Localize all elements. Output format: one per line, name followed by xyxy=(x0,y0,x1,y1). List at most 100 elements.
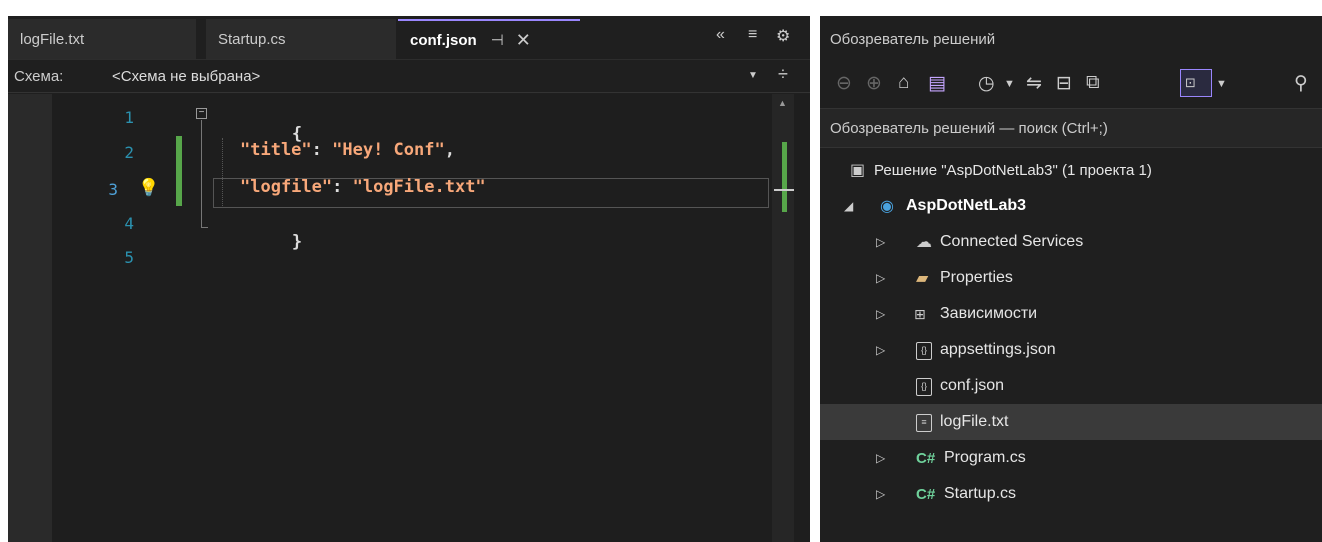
line-number: 2 xyxy=(124,143,134,162)
schema-label: Схема: xyxy=(14,68,64,85)
code-line-4: } xyxy=(210,212,302,272)
schema-select[interactable]: <Схема не выбрана> xyxy=(106,64,760,90)
tab-label: conf.json xyxy=(410,31,477,49)
explorer-title: Обозреватель решений xyxy=(830,31,996,48)
chevron-down-icon[interactable]: ▼ xyxy=(748,70,758,81)
close-tab-icon[interactable]: ✕ xyxy=(516,30,531,51)
tree-item-startup-cs[interactable]: ▷ C# Startup.cs xyxy=(820,476,1322,512)
back-icon[interactable]: ⊖ xyxy=(836,72,852,95)
json-value: "Hey! Conf" xyxy=(332,140,445,160)
collapse-all-icon[interactable]: ⊟ xyxy=(1056,72,1072,95)
json-comma: , xyxy=(444,140,455,160)
solution-icon: ▣ xyxy=(850,162,866,179)
track-active-item-icon[interactable]: ⊡ xyxy=(1180,69,1212,97)
tree-item-project[interactable]: ◢ ◉ AspDotNetLab3 xyxy=(820,188,1322,224)
json-key: "title" xyxy=(240,140,312,160)
show-all-files-icon[interactable]: ⧉ xyxy=(1086,72,1100,94)
cloud-service-icon: ☁ xyxy=(916,234,932,251)
vertical-scrollbar[interactable]: ▲ xyxy=(772,94,794,542)
fold-guide xyxy=(201,120,202,228)
document-tab-bar: logFile.txt Startup.cs conf.json ⊣ ✕ « ≡… xyxy=(8,16,810,60)
schema-bar: Схема: <Схема не выбрана> ▼ ÷ xyxy=(8,61,810,93)
tab-conf-json[interactable]: conf.json ⊣ ✕ xyxy=(398,19,580,59)
code-line-2: "title": "Hey! Conf", xyxy=(240,140,455,160)
line-number: 4 xyxy=(124,214,134,233)
code-editor-pane: logFile.txt Startup.cs conf.json ⊣ ✕ « ≡… xyxy=(8,16,810,542)
sync-arrows-icon[interactable]: ⇋ xyxy=(1026,72,1042,95)
tree-item-solution[interactable]: ▣ Решение "AspDotNetLab3" (1 проекта 1) xyxy=(820,152,1322,188)
solution-explorer-pane: Обозреватель решений ⊖ ⊕ ⌂ ▤ ◷ ▼ ⇋ ⊟ ⧉ ⊡… xyxy=(820,16,1322,542)
json-key: "logfile" xyxy=(240,177,333,197)
solution-label: Решение "AspDotNetLab3" (1 проекта 1) xyxy=(874,161,1152,179)
tree-item-label: Program.cs xyxy=(944,449,1026,466)
tree-item-appsettings[interactable]: ▷ {} appsettings.json xyxy=(820,332,1322,368)
fold-guide-end xyxy=(201,227,208,228)
tab-startup-cs[interactable]: Startup.cs xyxy=(206,19,396,59)
forward-icon[interactable]: ⊕ xyxy=(866,72,882,95)
collapsed-triangle-icon[interactable]: ▷ xyxy=(876,451,885,465)
lightbulb-icon[interactable]: 💡 xyxy=(138,178,159,198)
tree-item-program-cs[interactable]: ▷ C# Program.cs xyxy=(820,440,1322,476)
dependencies-icon: ⊞ xyxy=(914,305,926,322)
tab-dropdown-icon[interactable]: ≡ xyxy=(748,26,757,44)
search-placeholder: Обозреватель решений — поиск (Ctrl+;) xyxy=(830,120,1108,137)
tree-item-label: Connected Services xyxy=(940,233,1084,250)
collapsed-triangle-icon[interactable]: ▷ xyxy=(876,235,885,249)
line-number: 3 xyxy=(108,180,118,199)
tree-item-label: Properties xyxy=(940,269,1013,286)
gear-icon[interactable]: ⚙ xyxy=(776,26,790,46)
collapsed-triangle-icon[interactable]: ▷ xyxy=(876,487,885,501)
chevron-down-icon[interactable]: ▼ xyxy=(1004,78,1015,90)
home-icon[interactable]: ⌂ xyxy=(898,72,909,94)
wrench-folder-icon: ▰ xyxy=(916,270,929,287)
collapsed-triangle-icon[interactable]: ▷ xyxy=(876,343,885,357)
expanded-triangle-icon[interactable]: ◢ xyxy=(844,199,853,213)
explorer-title-bar: Обозреватель решений xyxy=(820,16,1322,62)
wrench-icon[interactable]: ⚲ xyxy=(1294,72,1308,95)
tree-item-label: appsettings.json xyxy=(940,341,1056,358)
switch-views-icon[interactable]: ▤ xyxy=(928,72,946,95)
tree-item-dependencies[interactable]: ▷ ⊞ Зависимости xyxy=(820,296,1322,332)
line-number: 5 xyxy=(124,248,134,267)
code-line-3: "logfile": "logFile.txt" xyxy=(240,177,486,197)
schema-value: <Схема не выбрана> xyxy=(112,68,261,85)
explorer-toolbar: ⊖ ⊕ ⌂ ▤ ◷ ▼ ⇋ ⊟ ⧉ ⊡ ▼ ⚲ xyxy=(820,62,1322,108)
json-file-icon: {} xyxy=(916,340,932,360)
scrollbar-change-marker xyxy=(782,142,787,212)
tree-item-connected-services[interactable]: ▷ ☁ Connected Services xyxy=(820,224,1322,260)
json-separator: : xyxy=(311,140,333,160)
pin-tab-icon[interactable]: ⊣ xyxy=(491,31,504,49)
tree-item-label: logFile.txt xyxy=(940,413,1009,430)
line-number: 1 xyxy=(124,108,134,127)
text-file-icon: ≡ xyxy=(916,412,932,432)
scroll-tabs-left-icon[interactable]: « xyxy=(716,26,725,44)
indicator-margin xyxy=(8,94,52,542)
ide-window: logFile.txt Startup.cs conf.json ⊣ ✕ « ≡… xyxy=(0,0,1322,542)
scroll-up-icon[interactable]: ▲ xyxy=(778,98,787,108)
tree-item-label: Зависимости xyxy=(940,305,1038,322)
json-value: "logFile.txt" xyxy=(352,177,486,197)
json-file-icon: {} xyxy=(916,376,932,396)
collapsed-triangle-icon[interactable]: ▷ xyxy=(876,307,885,321)
tree-item-properties[interactable]: ▷ ▰ Properties xyxy=(820,260,1322,296)
pending-changes-icon[interactable]: ◷ xyxy=(978,72,995,95)
explorer-search-input[interactable]: Обозреватель решений — поиск (Ctrl+;) xyxy=(820,108,1322,148)
split-window-icon[interactable]: ÷ xyxy=(778,64,788,85)
web-project-icon: ◉ xyxy=(880,198,894,215)
tree-item-logfile-txt[interactable]: ≡ logFile.txt xyxy=(820,404,1322,440)
code-text-area[interactable]: 1 2 3 4 5 💡 − { "title": "Hey! Conf", "l… xyxy=(8,94,810,542)
project-label: AspDotNetLab3 xyxy=(906,197,1027,214)
csharp-file-icon: C# xyxy=(916,485,936,503)
tree-item-label: Startup.cs xyxy=(944,485,1017,502)
collapsed-triangle-icon[interactable]: ▷ xyxy=(876,271,885,285)
collapse-icon[interactable]: − xyxy=(196,108,207,119)
tab-logfile-txt[interactable]: logFile.txt xyxy=(8,19,198,59)
chevron-down-icon[interactable]: ▼ xyxy=(1216,78,1227,90)
change-indicator xyxy=(176,136,182,206)
tree-item-conf-json[interactable]: {} conf.json xyxy=(820,368,1322,404)
brace-close: } xyxy=(291,232,303,252)
scrollbar-caret-marker xyxy=(774,189,794,191)
tab-label: Startup.cs xyxy=(218,30,286,48)
csharp-file-icon: C# xyxy=(916,449,936,467)
tree-item-label: conf.json xyxy=(940,377,1005,394)
